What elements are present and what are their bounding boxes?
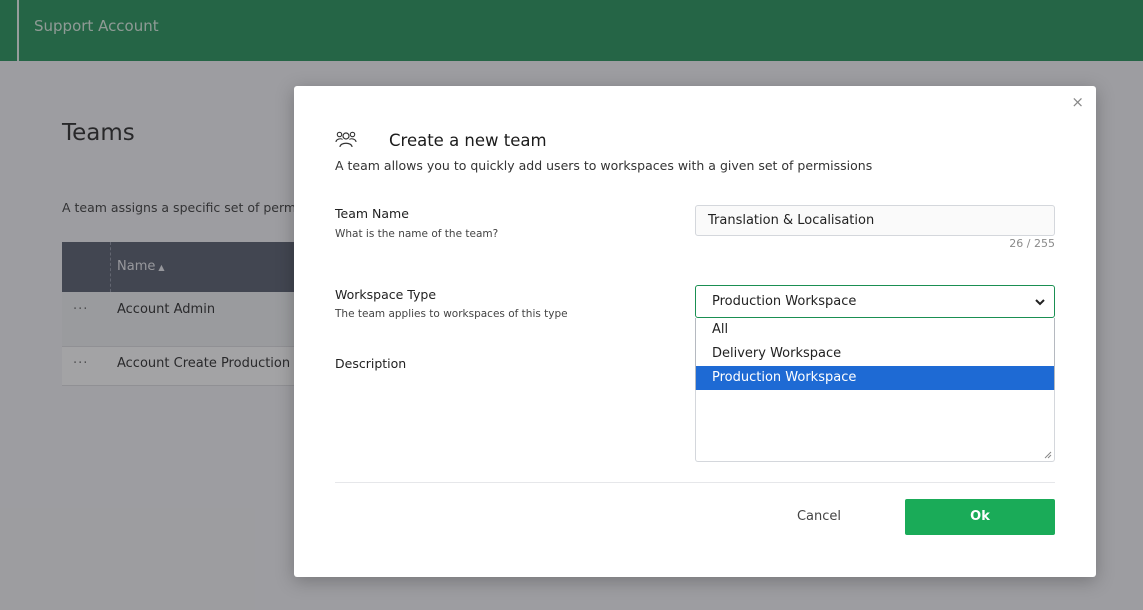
workspace-type-select[interactable]: Production Workspace [695,285,1055,318]
option-delivery-workspace[interactable]: Delivery Workspace [696,342,1054,366]
option-all[interactable]: All [696,318,1054,342]
description-textarea[interactable] [695,390,1055,462]
workspace-type-hint: The team applies to workspaces of this t… [335,308,568,320]
option-production-workspace[interactable]: Production Workspace [696,366,1054,390]
team-name-input[interactable]: Translation & Localisation [695,205,1055,236]
description-label: Description [335,356,407,371]
team-name-hint: What is the name of the team? [335,228,499,240]
workspace-type-label: Workspace Type [335,287,437,302]
team-icon [335,131,357,148]
dialog-title: Create a new team [389,131,547,150]
team-name-label: Team Name [335,206,409,221]
workspace-type-dropdown: All Delivery Workspace Production Worksp… [695,318,1055,391]
chevron-down-icon [1035,299,1045,306]
footer-divider [335,482,1055,483]
dialog-subtitle: A team allows you to quickly add users t… [335,158,873,173]
resize-handle-icon[interactable] [1044,451,1052,459]
cancel-button[interactable]: Cancel [774,499,864,535]
close-icon[interactable]: × [1071,93,1084,111]
workspace-type-value: Production Workspace [712,294,857,309]
ok-button[interactable]: Ok [905,499,1055,535]
character-counter: 26 / 255 [1009,237,1055,250]
create-team-dialog: × Create a new team A team allows you to… [294,86,1096,577]
